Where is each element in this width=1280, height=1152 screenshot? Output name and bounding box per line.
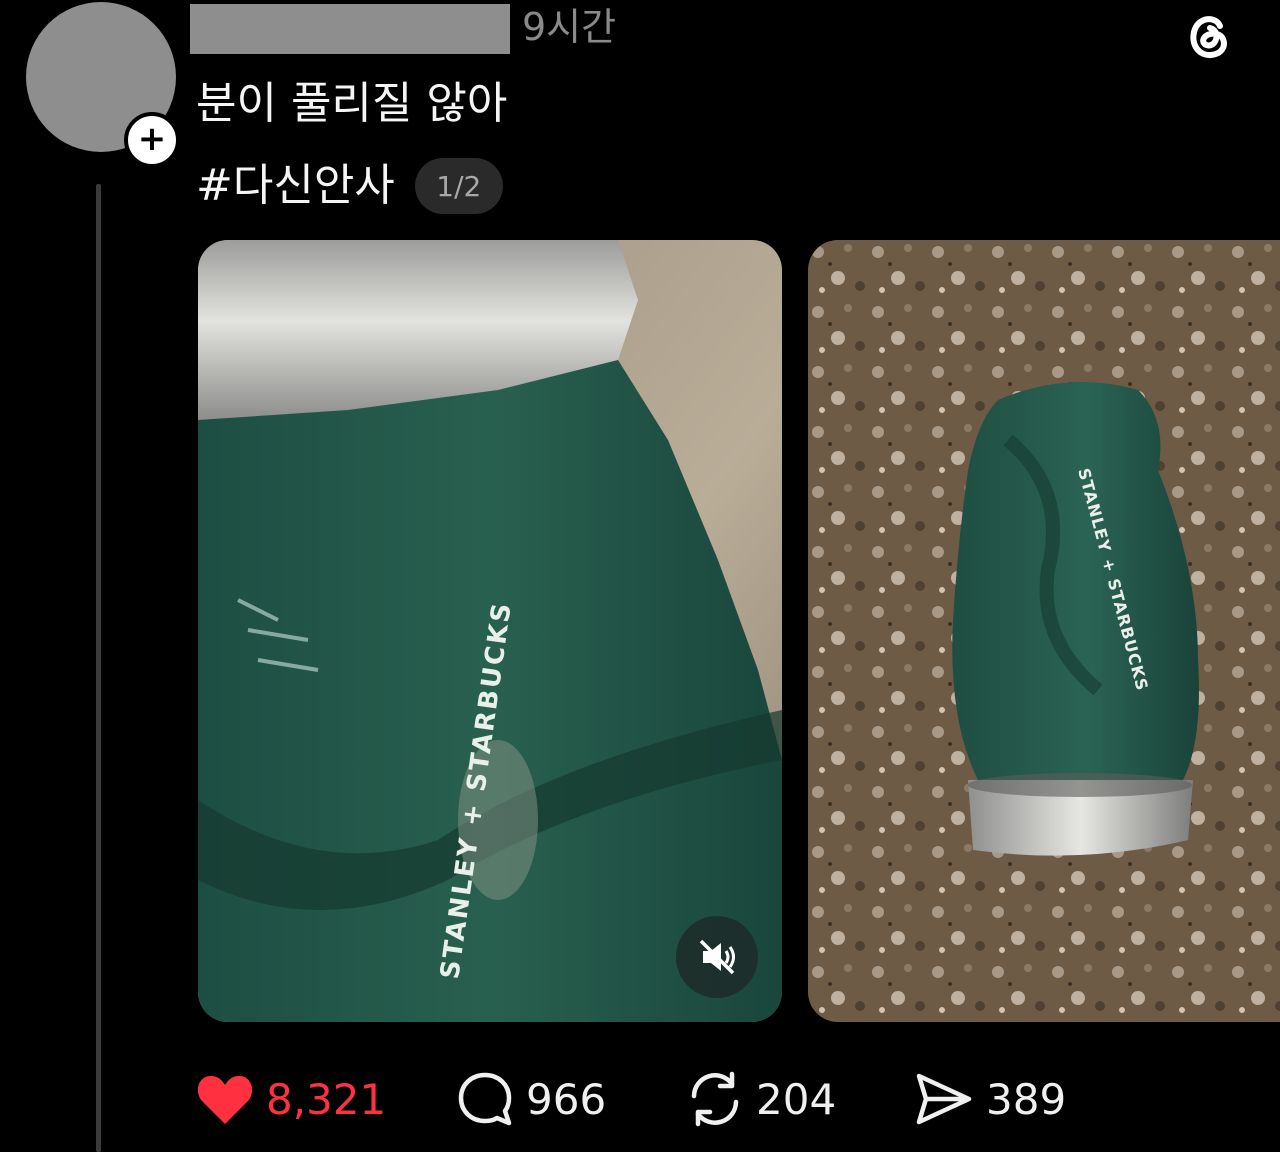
speaker-muted-icon	[699, 939, 735, 975]
post-text: 분이 풀리질 않아	[196, 78, 508, 129]
share-count: 389	[986, 1074, 1067, 1124]
send-icon	[916, 1073, 972, 1125]
hashtag-link[interactable]: #다신안사	[196, 158, 395, 214]
threads-logo-icon[interactable]	[1180, 6, 1236, 62]
repost-icon	[691, 1071, 739, 1127]
post-image-2[interactable]: STANLEY + STARBUCKS	[808, 240, 1280, 1022]
mute-button[interactable]	[676, 916, 758, 998]
like-button[interactable]: 8,321	[196, 1064, 386, 1134]
comment-count: 966	[526, 1074, 607, 1124]
follow-button[interactable]: +	[124, 112, 180, 168]
heart-icon	[197, 1076, 253, 1124]
plus-icon: +	[137, 119, 167, 159]
comment-bubble-icon	[458, 1072, 512, 1126]
hashtag-row: #다신안사 1/2	[196, 156, 503, 216]
timestamp: 9시간	[522, 5, 617, 49]
repost-button[interactable]: 204	[686, 1064, 836, 1134]
username-redacted[interactable]	[190, 4, 510, 54]
post-video-1[interactable]: STANLEY + STARBUCKS	[198, 240, 782, 1022]
media-counter-badge: 1/2	[414, 158, 503, 214]
repost-count: 204	[756, 1074, 837, 1124]
action-bar: 8,321 966 204 389	[0, 1064, 1280, 1134]
comment-button[interactable]: 966	[456, 1064, 606, 1134]
like-count: 8,321	[266, 1074, 387, 1124]
share-button[interactable]: 389	[914, 1064, 1066, 1134]
tumbler-closeup-image: STANLEY + STARBUCKS	[198, 240, 782, 1022]
thread-connector-line	[96, 184, 101, 1152]
tumbler-on-ground-image: STANLEY + STARBUCKS	[808, 240, 1280, 1022]
thread-post: + 9시간 분이 풀리질 않아 #다신안사 1/2 STANLEY + STAR…	[0, 0, 1280, 1152]
